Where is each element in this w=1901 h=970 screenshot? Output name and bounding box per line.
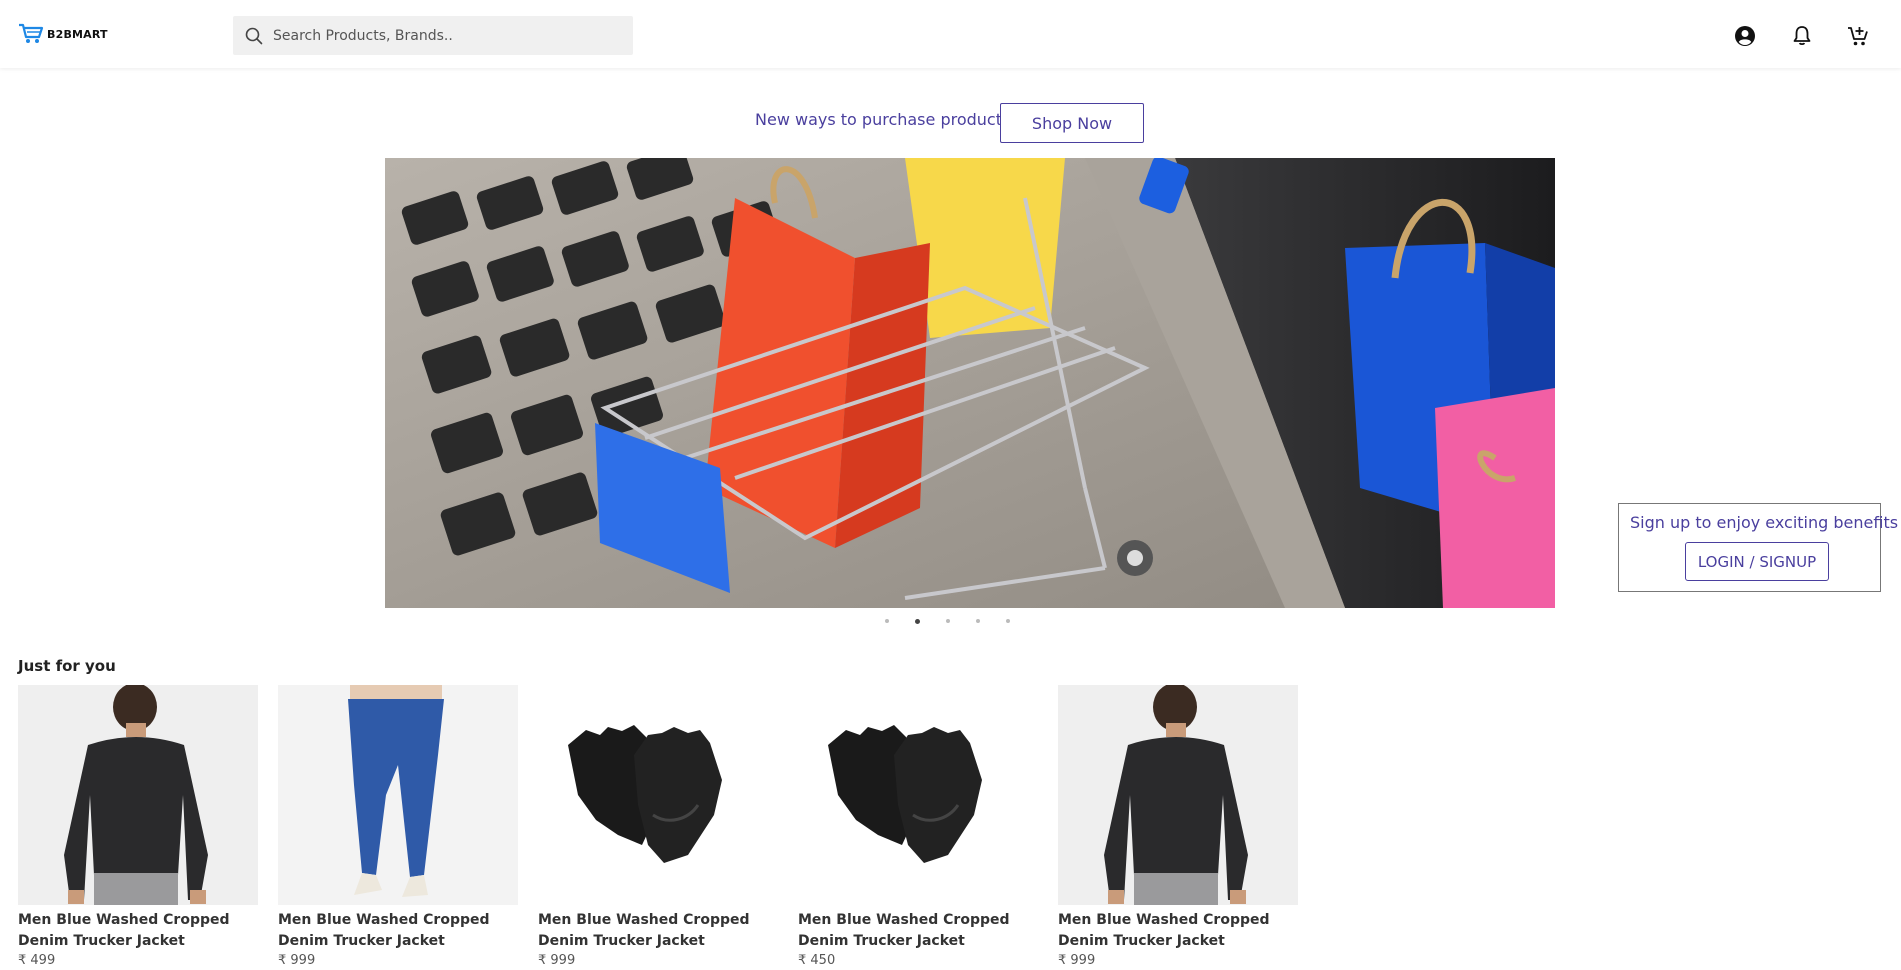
search-input[interactable]	[273, 27, 613, 44]
logo-text: B2BMART	[47, 27, 108, 41]
search-icon	[245, 27, 263, 44]
cart-icon[interactable]	[1846, 24, 1870, 48]
carousel-dot[interactable]	[946, 619, 950, 623]
carousel-dot-active[interactable]	[915, 619, 920, 624]
product-image[interactable]	[18, 685, 258, 905]
promo-strip: New ways to purchase products Shop Now	[0, 103, 1901, 143]
gloves-image	[798, 685, 1038, 905]
account-icon[interactable]	[1733, 24, 1757, 48]
product-image[interactable]	[798, 685, 1038, 905]
product-card[interactable]: Men Blue Washed Cropped Denim Trucker Ja…	[538, 685, 778, 970]
carousel-dot[interactable]	[976, 619, 980, 623]
signup-text: Sign up to enjoy exciting benefits	[1630, 513, 1899, 532]
brand-logo[interactable]: B2BMART	[18, 23, 108, 45]
product-price: ₹ 450	[798, 953, 836, 968]
bell-icon[interactable]	[1790, 24, 1814, 48]
product-card[interactable]: Men Blue Washed Cropped Denim Trucker Ja…	[798, 685, 1038, 970]
product-card[interactable]: Men Blue Washed Cropped Denim Trucker Ja…	[278, 685, 518, 970]
product-list: Men Blue Washed Cropped Denim Trucker Ja…	[18, 685, 1298, 970]
product-price: ₹ 999	[538, 953, 576, 968]
product-image[interactable]	[538, 685, 778, 905]
jacket-image	[18, 685, 258, 905]
product-name[interactable]: Men Blue Washed Cropped Denim Trucker Ja…	[798, 910, 1038, 952]
product-name[interactable]: Men Blue Washed Cropped Denim Trucker Ja…	[18, 910, 258, 952]
login-signup-button[interactable]: LOGIN / SIGNUP	[1685, 542, 1829, 581]
shopping-cart-bags-image	[385, 158, 1555, 608]
product-price: ₹ 999	[1058, 953, 1096, 968]
product-name[interactable]: Men Blue Washed Cropped Denim Trucker Ja…	[1058, 910, 1298, 952]
shop-now-button[interactable]: Shop Now	[1000, 103, 1144, 143]
signup-panel: Sign up to enjoy exciting benefits LOGIN…	[1618, 503, 1898, 592]
hero-banner-image[interactable]	[385, 158, 1555, 608]
product-price: ₹ 999	[278, 953, 316, 968]
section-title: Just for you	[18, 657, 116, 675]
carousel-dots	[885, 619, 1010, 624]
product-price: ₹ 499	[18, 953, 56, 968]
search-bar[interactable]	[233, 16, 633, 55]
carousel-dot[interactable]	[885, 619, 889, 623]
jacket-image	[1058, 685, 1298, 905]
product-name[interactable]: Men Blue Washed Cropped Denim Trucker Ja…	[278, 910, 518, 952]
carousel-dot[interactable]	[1006, 619, 1010, 623]
cart-logo-icon	[19, 23, 44, 43]
promo-text: New ways to purchase products	[755, 110, 1011, 129]
gloves-image	[538, 685, 778, 905]
product-image[interactable]	[1058, 685, 1298, 905]
product-card[interactable]: Men Blue Washed Cropped Denim Trucker Ja…	[1058, 685, 1298, 970]
product-image[interactable]	[278, 685, 518, 905]
product-card[interactable]: Men Blue Washed Cropped Denim Trucker Ja…	[18, 685, 258, 970]
product-name[interactable]: Men Blue Washed Cropped Denim Trucker Ja…	[538, 910, 778, 952]
top-header: B2BMART	[0, 0, 1901, 68]
jeans-image	[278, 685, 518, 905]
